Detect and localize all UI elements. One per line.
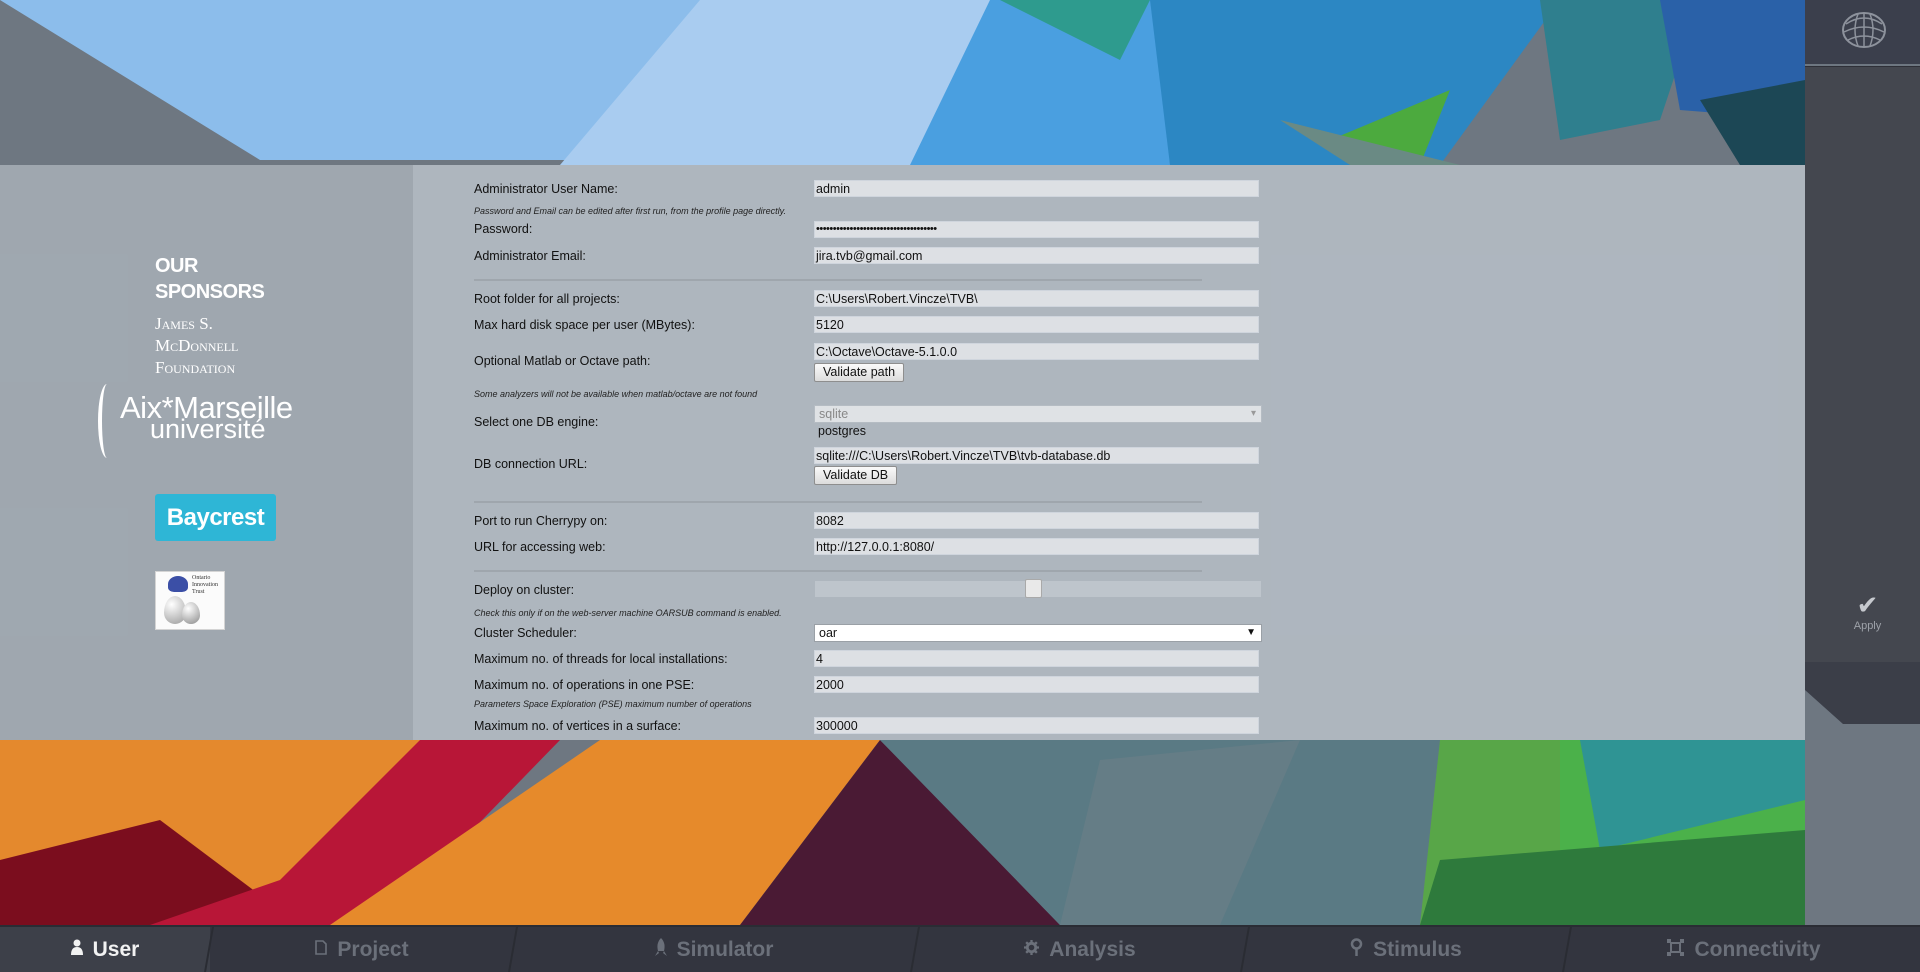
matlab-path-label: Optional Matlab or Octave path: (474, 354, 651, 368)
admin-username-label: Administrator User Name: (474, 182, 618, 196)
section-divider (474, 279, 1202, 281)
apply-label: Apply (1853, 620, 1882, 632)
password-label: Password: (474, 222, 533, 236)
section-divider (474, 501, 1202, 503)
oit-line2: Innovation (192, 582, 218, 588)
web-url-input[interactable]: http://127.0.0.1:8080/ (814, 538, 1259, 555)
cluster-scheduler-selected: oar (819, 626, 838, 640)
db-engine-label: Select one DB engine: (474, 415, 599, 429)
cluster-hint: Check this only if on the web-server mac… (474, 608, 782, 618)
tab-stimulus[interactable]: Stimulus (1246, 927, 1566, 972)
max-operations-input[interactable]: 2000 (814, 676, 1259, 693)
sponsors-panel: OUR SPONSORS James S. McDonnell Foundati… (0, 165, 413, 740)
tab-stimulus-label: Stimulus (1373, 937, 1462, 961)
jsm-line2: McDonnell (155, 336, 239, 355)
admin-username-input[interactable]: admin (814, 180, 1259, 197)
validate-path-button[interactable]: Validate path (814, 363, 905, 382)
cluster-scheduler-select[interactable]: oar ▼ (814, 624, 1262, 642)
tab-connectivity-label: Connectivity (1694, 937, 1821, 961)
jsm-foundation-logo: James S. McDonnell Foundation (155, 313, 238, 379)
tab-user[interactable]: User (0, 927, 210, 972)
tab-connectivity[interactable]: Connectivity (1568, 927, 1920, 972)
oit-line3: Trust (192, 589, 205, 595)
oit-text: Ontario Innovation Trust (192, 575, 218, 596)
max-vertices-label: Maximum no. of vertices in a surface: (474, 719, 682, 733)
tab-user-label: User (92, 937, 140, 961)
tab-simulator[interactable]: Simulator (514, 927, 914, 972)
user-icon (70, 939, 83, 960)
gear-icon (1024, 939, 1040, 960)
max-disk-label: Max hard disk space per user (MBytes): (474, 318, 695, 332)
slider-handle[interactable] (1025, 579, 1042, 598)
sidebar-footer (1805, 662, 1920, 724)
deploy-cluster-slider[interactable] (814, 579, 1262, 598)
admin-email-label: Administrator Email: (474, 249, 586, 263)
max-vertices-input[interactable]: 300000 (814, 717, 1259, 734)
db-engine-select[interactable]: sqlite ▾ (814, 405, 1262, 423)
tab-simulator-label: Simulator (676, 937, 774, 961)
rocket-icon (654, 938, 667, 961)
db-engine-selected: sqlite (819, 407, 849, 421)
sponsors-title-line2: SPONSORS (155, 281, 265, 303)
db-url-label: DB connection URL: (474, 457, 588, 471)
db-engine-option-postgres[interactable]: postgres (818, 424, 866, 438)
ontario-innovation-trust-logo: Ontario Innovation Trust (155, 571, 225, 630)
check-icon: ✔ (1856, 590, 1879, 620)
root-folder-label: Root folder for all projects: (474, 292, 620, 306)
butterfly-icon (168, 576, 188, 592)
sponsors-title: OUR SPONSORS (155, 253, 265, 305)
amu-line2: université (150, 414, 266, 444)
max-disk-input[interactable]: 5120 (814, 316, 1259, 333)
jsm-line3: Foundation (155, 358, 236, 377)
admin-email-input[interactable]: jira.tvb@gmail.com (814, 247, 1259, 264)
brain-icon (1842, 12, 1886, 48)
web-url-label: URL for accessing web: (474, 540, 606, 554)
chevron-down-icon: ▼ (1246, 627, 1256, 638)
matlab-hint: Some analyzers will not be available whe… (474, 389, 758, 399)
max-threads-label: Maximum no. of threads for local install… (474, 652, 728, 666)
tvb-logo[interactable] (1805, 0, 1920, 64)
tab-analysis-label: Analysis (1049, 937, 1136, 961)
tab-project-label: Project (337, 937, 409, 961)
matlab-path-input[interactable]: C:\Octave\Octave-5.1.0.0 (814, 343, 1259, 360)
db-url-input[interactable]: sqlite:///C:\Users\Robert.Vincze\TVB\tvb… (814, 447, 1259, 464)
pse-hint: Parameters Space Exploration (PSE) maxim… (474, 699, 752, 709)
tab-analysis[interactable]: Analysis (916, 927, 1244, 972)
apply-button[interactable]: ✔ Apply (1845, 590, 1890, 632)
egg-icon (182, 602, 200, 624)
baycrest-logo: Baycrest (155, 494, 276, 541)
cherrypy-port-label: Port to run Cherrypy on: (474, 514, 608, 528)
max-threads-input[interactable]: 4 (814, 650, 1259, 667)
root-folder-input[interactable]: C:\Users\Robert.Vincze\TVB\ (814, 290, 1259, 307)
pin-icon (1350, 938, 1363, 961)
password-hint: Password and Email can be edited after f… (474, 206, 786, 216)
right-sidebar: ✔ Apply (1805, 0, 1920, 925)
tab-project[interactable]: Project (212, 927, 512, 972)
chevron-down-icon: ▾ (1250, 408, 1256, 419)
section-divider (474, 570, 1202, 572)
amu-bracket (98, 384, 116, 458)
bottom-nav: User Project Simulator Analysis Stimulus… (0, 925, 1920, 972)
settings-form: Administrator User Name: admin Password … (413, 165, 1805, 740)
document-icon (315, 939, 328, 960)
password-input[interactable]: •••••••••••••••••••••••••••••••••••• (814, 221, 1259, 238)
cluster-scheduler-label: Cluster Scheduler: (474, 626, 577, 640)
cherrypy-port-input[interactable]: 8082 (814, 512, 1259, 529)
deploy-cluster-label: Deploy on cluster: (474, 583, 575, 597)
network-icon (1667, 938, 1685, 961)
sponsors-title-line1: OUR (155, 255, 198, 277)
sidebar-body (1805, 66, 1920, 662)
jsm-line1: James S. (155, 314, 213, 333)
max-operations-label: Maximum no. of operations in one PSE: (474, 678, 695, 692)
oit-line1: Ontario (192, 575, 211, 581)
validate-db-button[interactable]: Validate DB (814, 466, 898, 485)
